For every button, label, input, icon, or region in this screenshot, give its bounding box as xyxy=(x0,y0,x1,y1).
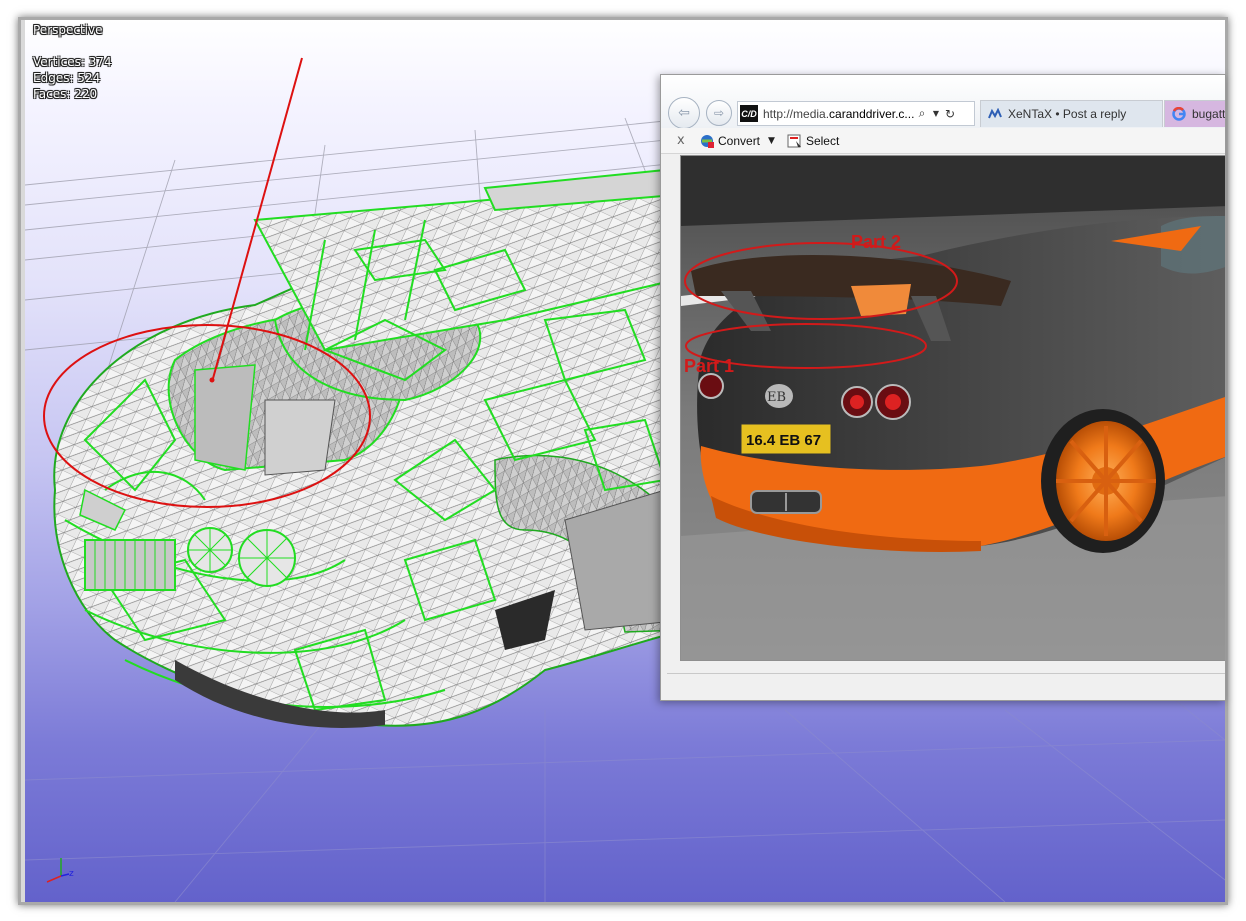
select-button[interactable]: Select xyxy=(787,133,839,149)
convert-label: Convert xyxy=(718,133,761,148)
tab-label: bugatti xyxy=(1192,107,1226,121)
badge-text: EB xyxy=(767,390,786,405)
mesh-stats: Vertices: 374 Edges: 524 Faces: 220 xyxy=(33,54,112,102)
car-photo-image: EB 16.4 EB 67 Part 2 Part 1 xyxy=(681,156,1225,660)
edges-count: Edges: 524 xyxy=(33,71,101,85)
tab-xentax[interactable]: XeNTaX • Post a reply xyxy=(980,100,1163,127)
car-wireframe-mesh[interactable] xyxy=(53,168,686,728)
close-icon[interactable]: x xyxy=(677,133,689,148)
refresh-icon[interactable]: ↻ xyxy=(943,107,957,121)
command-bar: x Convert ▼ Select xyxy=(661,128,1225,154)
convert-button[interactable]: Convert ▼ xyxy=(699,133,775,149)
arrow-right-icon: ⇨ xyxy=(713,106,725,120)
dropdown-caret-icon[interactable]: ▼ xyxy=(929,109,943,118)
car-photo: EB 16.4 EB 67 Part 2 Part 1 xyxy=(680,155,1225,661)
browser-window[interactable]: ⇦ ⇨ C/D http://media.caranddriver.c... ⌕… xyxy=(660,74,1226,701)
select-label: Select xyxy=(805,133,840,148)
convert-icon xyxy=(701,134,714,148)
annotation-part-1: Part 1 xyxy=(684,356,734,376)
license-plate-text: 16.4 EB 67 xyxy=(746,432,821,449)
select-icon xyxy=(787,134,801,147)
site-favicon-icon: C/D xyxy=(740,105,758,122)
forum-icon xyxy=(987,106,1003,122)
browser-status-bar xyxy=(667,673,1225,695)
url-domain: caranddriver.c... xyxy=(829,106,915,121)
google-icon xyxy=(1171,106,1187,122)
tab-label: XeNTaX • Post a reply xyxy=(1008,107,1127,121)
view-mode-label: Perspective xyxy=(33,23,103,37)
vertices-count: Vertices: 374 xyxy=(33,55,112,69)
back-button[interactable]: ⇦ xyxy=(668,97,700,129)
svg-text:z: z xyxy=(69,869,74,879)
faces-count: Faces: 220 xyxy=(33,87,98,101)
xyz-axis-icon: z xyxy=(46,858,74,883)
browser-toolbar: ⇦ ⇨ C/D http://media.caranddriver.c... ⌕… xyxy=(661,75,1226,129)
url-text[interactable]: http://media.caranddriver.c... xyxy=(763,107,915,121)
arrow-left-icon: ⇦ xyxy=(678,105,690,121)
tab-bugatti[interactable]: bugatti xyxy=(1164,100,1226,127)
annotation-part-2: Part 2 xyxy=(851,232,901,252)
address-bar[interactable]: C/D http://media.caranddriver.c... ⌕ ▼ ↻ xyxy=(737,101,975,126)
url-prefix: http://media. xyxy=(763,106,830,121)
forward-button[interactable]: ⇨ xyxy=(706,100,732,126)
chevron-down-icon[interactable]: ▼ xyxy=(768,136,775,146)
search-icon[interactable]: ⌕ xyxy=(915,106,929,121)
